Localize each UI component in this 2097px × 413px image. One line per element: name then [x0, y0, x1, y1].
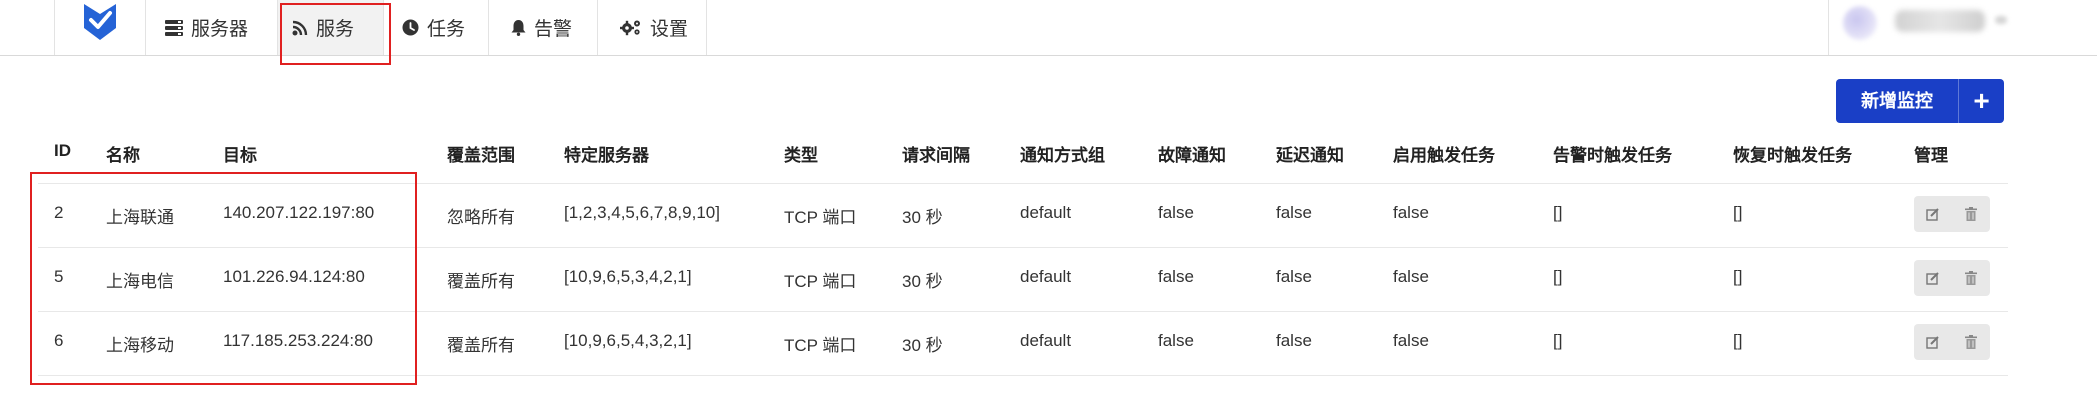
cell-fail-notify: false — [1158, 331, 1194, 350]
cell-servers: [10,9,6,5,4,3,2,1] — [564, 331, 692, 350]
cell-servers: [1,2,3,4,5,6,7,8,9,10] — [564, 203, 720, 222]
cell-enable-trigger: false — [1393, 203, 1429, 222]
avatar — [1843, 6, 1877, 40]
cell-type: TCP 端口 — [784, 336, 857, 355]
nav-label-settings: 设置 — [650, 19, 689, 40]
cell-delay-notify: false — [1276, 331, 1312, 350]
col-header-name: 名称 — [106, 146, 140, 165]
cell-fail-trigger: [] — [1553, 331, 1563, 350]
add-monitor-label: 新增监控 — [1836, 79, 1959, 123]
col-header-recover-trigger: 恢复时触发任务 — [1733, 146, 1852, 165]
trash-icon[interactable] — [1956, 327, 1986, 357]
cell-fail-notify: false — [1158, 203, 1194, 222]
col-header-target: 目标 — [223, 146, 257, 165]
clock-icon — [402, 19, 419, 36]
cell-recover-trigger: [] — [1733, 267, 1743, 286]
cell-fail-trigger: [] — [1553, 203, 1563, 222]
edit-icon[interactable] — [1918, 199, 1948, 229]
add-monitor-button[interactable]: 新增监控 + — [1836, 79, 2004, 123]
nav-item-settings[interactable]: 设置 — [598, 0, 707, 55]
highlight-box-rows — [30, 172, 417, 385]
cell-cover: 忽略所有 — [447, 208, 515, 227]
logo[interactable] — [54, 0, 146, 55]
col-header-id: ID — [54, 141, 71, 160]
nav-item-servers[interactable]: 服务器 — [145, 0, 278, 55]
nav-item-tasks[interactable]: 任务 — [384, 0, 489, 55]
cell-delay-notify: false — [1276, 267, 1312, 286]
manage-actions — [1914, 324, 1990, 360]
cell-notify-group: default — [1020, 267, 1072, 286]
plus-icon: + — [1973, 85, 1990, 116]
cell-delay-notify: false — [1276, 203, 1312, 222]
col-header-enable-trigger: 启用触发任务 — [1393, 146, 1495, 165]
col-header-servers: 特定服务器 — [564, 146, 649, 165]
trash-icon[interactable] — [1956, 199, 1986, 229]
trash-icon[interactable] — [1956, 263, 1986, 293]
col-header-type: 类型 — [784, 146, 818, 165]
edit-icon[interactable] — [1918, 263, 1948, 293]
cell-recover-trigger: [] — [1733, 203, 1743, 222]
cell-type: TCP 端口 — [784, 272, 857, 291]
server-icon — [165, 19, 183, 36]
cell-fail-notify: false — [1158, 267, 1194, 286]
cell-fail-trigger: [] — [1553, 267, 1563, 286]
chevron-down-icon — [1995, 16, 2007, 24]
nav-label-alerts: 告警 — [534, 19, 573, 40]
highlight-box-nav — [280, 3, 391, 65]
nav-label-servers: 服务器 — [191, 19, 249, 40]
col-header-cover: 覆盖范围 — [447, 146, 515, 165]
cell-notify-group: default — [1020, 331, 1072, 350]
cogs-icon — [620, 20, 640, 36]
cell-interval: 30 秒 — [902, 272, 943, 291]
col-header-fail-trigger: 告警时触发任务 — [1553, 146, 1672, 165]
nav-label-tasks: 任务 — [427, 19, 466, 40]
cell-cover: 覆盖所有 — [447, 272, 515, 291]
col-header-fail-notify: 故障通知 — [1158, 146, 1226, 165]
nav-item-alerts[interactable]: 告警 — [489, 0, 598, 55]
col-header-interval: 请求间隔 — [902, 146, 970, 165]
col-header-delay-notify: 延迟通知 — [1276, 146, 1344, 165]
cell-type: TCP 端口 — [784, 208, 857, 227]
cell-notify-group: default — [1020, 203, 1072, 222]
user-menu[interactable] — [1828, 0, 2097, 55]
edit-icon[interactable] — [1918, 327, 1948, 357]
cell-enable-trigger: false — [1393, 331, 1429, 350]
col-header-manage: 管理 — [1914, 146, 1948, 165]
cell-cover: 覆盖所有 — [447, 336, 515, 355]
bell-icon — [511, 20, 526, 36]
shield-check-logo-icon — [84, 4, 116, 40]
manage-actions — [1914, 196, 1990, 232]
cell-recover-trigger: [] — [1733, 331, 1743, 350]
cell-servers: [10,9,6,5,3,4,2,1] — [564, 267, 692, 286]
cell-interval: 30 秒 — [902, 336, 943, 355]
user-name-blurred — [1895, 10, 1985, 32]
manage-actions — [1914, 260, 1990, 296]
cell-interval: 30 秒 — [902, 208, 943, 227]
cell-enable-trigger: false — [1393, 267, 1429, 286]
col-header-notify-group: 通知方式组 — [1020, 146, 1105, 165]
